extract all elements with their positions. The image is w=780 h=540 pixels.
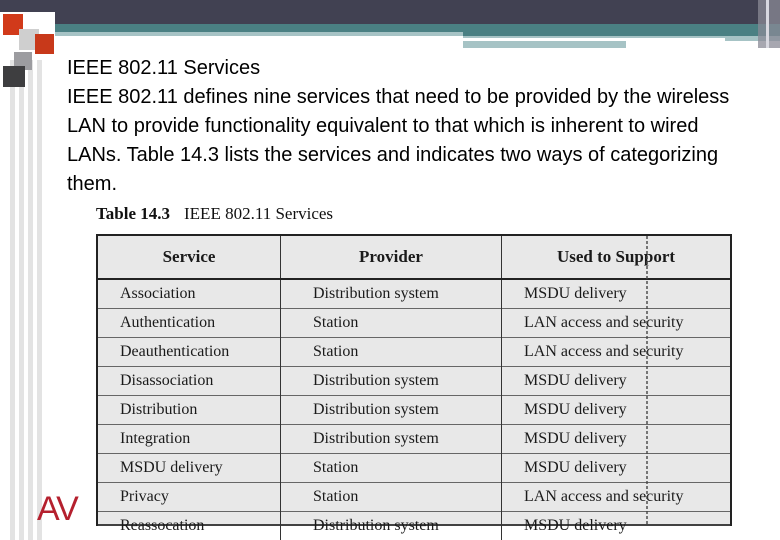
header-light-band [463, 41, 626, 48]
logo-square-red [35, 34, 54, 54]
decor-vertical-bar [28, 60, 33, 540]
decor-vertical-bar [10, 60, 15, 540]
header-bar [0, 0, 780, 24]
cell-provider: Station [280, 308, 502, 338]
table-row: Privacy Station LAN access and security [98, 482, 730, 512]
services-table: Service Provider Used to Support Associa… [96, 234, 732, 540]
cell-used-to-support: MSDU delivery [501, 278, 730, 309]
cell-provider: Station [280, 453, 502, 483]
header-right-edge [766, 0, 769, 48]
column-header-provider: Provider [280, 236, 502, 280]
header-light-band [37, 32, 463, 36]
logo-square-dark [3, 66, 25, 87]
cell-service: Disassociation [98, 366, 281, 396]
table-row: Deauthentication Station LAN access and … [98, 337, 730, 367]
cell-used-to-support: MSDU delivery [501, 424, 730, 454]
slide-paragraph: IEEE 802.11 defines nine services that n… [67, 86, 730, 195]
cell-service: Integration [98, 424, 281, 454]
table-row: MSDU delivery Station MSDU delivery [98, 453, 730, 483]
cell-provider: Station [280, 337, 502, 367]
cell-used-to-support: MSDU delivery [501, 453, 730, 483]
cell-provider: Distribution system [280, 278, 502, 309]
cell-service: Distribution [98, 395, 281, 425]
cell-used-to-support: MSDU delivery [501, 511, 730, 540]
table-caption-number: Table 14.3 [96, 204, 171, 223]
cell-service: Association [98, 278, 281, 309]
cell-provider: Distribution system [280, 511, 502, 540]
slide-title: IEEE 802.11 Services [67, 57, 261, 79]
scan-artifact-line [646, 236, 648, 524]
decor-vertical-bar [19, 60, 24, 540]
cell-service: Authentication [98, 308, 281, 338]
table-row: Distribution Distribution system MSDU de… [98, 395, 730, 425]
cell-used-to-support: MSDU delivery [501, 395, 730, 425]
cell-provider: Distribution system [280, 424, 502, 454]
cell-used-to-support: LAN access and security [501, 308, 730, 338]
cell-service: Privacy [98, 482, 281, 512]
cell-service: Deauthentication [98, 337, 281, 367]
cell-service: MSDU delivery [98, 453, 281, 483]
cell-used-to-support: LAN access and security [501, 482, 730, 512]
table-caption-title: IEEE 802.11 Services [184, 204, 334, 223]
footer-logo: AV [37, 490, 79, 528]
cell-service: Reassocation [98, 511, 281, 540]
cell-used-to-support: MSDU delivery [501, 366, 730, 396]
slide-content: IEEE 802.11 Services IEEE 802.11 defines… [67, 54, 747, 199]
table-row: Disassociation Distribution system MSDU … [98, 366, 730, 396]
cell-provider: Distribution system [280, 395, 502, 425]
table-row: Authentication Station LAN access and se… [98, 308, 730, 338]
cell-provider: Distribution system [280, 366, 502, 396]
table-caption: Table 14.3 IEEE 802.11 Services [96, 204, 333, 224]
table-row: Integration Distribution system MSDU del… [98, 424, 730, 454]
column-header-used-to-support: Used to Support [501, 236, 730, 280]
column-header-service: Service [98, 236, 281, 280]
decor-vertical-bar [37, 60, 42, 540]
table-row: Association Distribution system MSDU del… [98, 278, 730, 309]
table-row: Reassocation Distribution system MSDU de… [98, 511, 730, 540]
table-header-row: Service Provider Used to Support [98, 236, 730, 280]
cell-provider: Station [280, 482, 502, 512]
cell-used-to-support: LAN access and security [501, 337, 730, 367]
header-right-edge [758, 0, 780, 48]
